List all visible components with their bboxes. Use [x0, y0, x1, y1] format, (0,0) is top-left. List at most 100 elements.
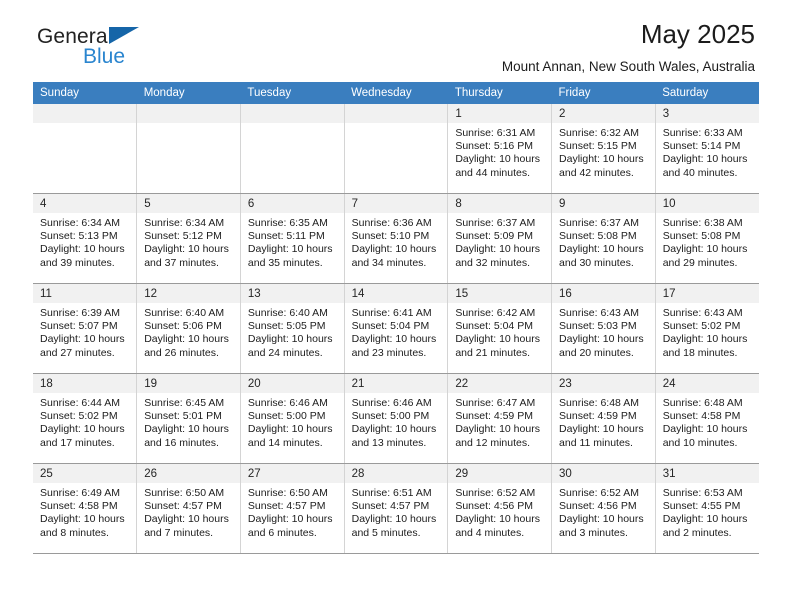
sunset-time: Sunset: 4:57 PM — [144, 500, 222, 513]
sunrise-time: Sunrise: 6:34 AM — [144, 217, 225, 229]
day-number: 5 — [137, 194, 240, 213]
sunrise-time: Sunrise: 6:42 AM — [455, 307, 536, 319]
day-number: 24 — [655, 374, 759, 393]
day-details: Sunrise: 6:52 AM Sunset: 4:56 PM Daylight:… — [552, 483, 655, 540]
daylight-duration-line2: and 26 minutes. — [144, 346, 219, 359]
daylight-duration-line1: Daylight: 10 hours — [455, 513, 540, 526]
day-details: Sunrise: 6:32 AM Sunset: 5:15 PM Daylight:… — [552, 123, 655, 180]
daylight-duration-line2: and 18 minutes. — [662, 346, 738, 359]
weekday-header-wednesday: Wednesday — [344, 82, 448, 104]
daylight-duration-line2: and 27 minutes. — [40, 346, 115, 359]
calendar-day-cell[interactable]: 26 Sunrise: 6:50 AM Sunset: 4:57 PM Dayligh… — [136, 463, 241, 554]
calendar-day-cell[interactable]: 30 Sunrise: 6:52 AM Sunset: 4:56 PM Dayligh… — [551, 463, 656, 554]
calendar-day-cell[interactable]: 10 Sunrise: 6:38 AM Sunset: 5:08 PM Dayligh… — [655, 193, 759, 284]
day-number: 10 — [655, 194, 759, 213]
daylight-duration-line2: and 13 minutes. — [351, 436, 427, 449]
daylight-duration-line1: Daylight: 10 hours — [455, 423, 540, 436]
daylight-duration-line1: Daylight: 10 hours — [40, 423, 125, 436]
calendar-day-cell[interactable]: 9 Sunrise: 6:37 AM Sunset: 5:08 PM Daylight… — [551, 193, 656, 284]
day-details: Sunrise: 6:46 AM Sunset: 5:00 PM Daylight:… — [241, 393, 344, 450]
calendar-day-cell[interactable]: 5 Sunrise: 6:34 AM Sunset: 5:12 PM Daylight… — [136, 193, 241, 284]
calendar-day-cell[interactable]: 25 Sunrise: 6:49 AM Sunset: 4:58 PM Dayligh… — [33, 463, 138, 554]
day-cell-content — [33, 104, 137, 193]
sunrise-time: Sunrise: 6:41 AM — [351, 307, 432, 319]
calendar-day-cell[interactable]: 6 Sunrise: 6:35 AM Sunset: 5:11 PM Daylight… — [240, 193, 345, 284]
daylight-duration-line1: Daylight: 10 hours — [559, 153, 644, 166]
day-number — [344, 104, 448, 123]
sunrise-time: Sunrise: 6:34 AM — [40, 217, 120, 229]
sunrise-time: Sunrise: 6:43 AM — [559, 307, 639, 319]
day-details: Sunrise: 6:45 AM Sunset: 5:01 PM Daylight:… — [137, 393, 240, 450]
daylight-duration-line1: Daylight: 10 hours — [351, 333, 437, 346]
day-number: 9 — [552, 194, 655, 213]
calendar-day-cell[interactable]: 27 Sunrise: 6:50 AM Sunset: 4:57 PM Dayligh… — [240, 463, 345, 554]
calendar-day-cell[interactable]: 16 Sunrise: 6:43 AM Sunset: 5:03 PM Dayligh… — [551, 283, 656, 374]
day-cell-content: 19 Sunrise: 6:45 AM Sunset: 5:01 PM Dayligh… — [137, 374, 240, 463]
sunset-time: Sunset: 5:12 PM — [144, 230, 222, 243]
calendar-day-cell[interactable]: 19 Sunrise: 6:45 AM Sunset: 5:01 PM Dayligh… — [136, 373, 241, 464]
calendar-day-cell[interactable]: 4 Sunrise: 6:34 AM Sunset: 5:13 PM Daylight… — [33, 193, 138, 284]
day-number: 26 — [137, 464, 240, 483]
sunset-time: Sunset: 5:04 PM — [455, 320, 533, 333]
daylight-duration-line1: Daylight: 10 hours — [144, 333, 229, 346]
calendar-day-cell[interactable]: 12 Sunrise: 6:40 AM Sunset: 5:06 PM Dayligh… — [136, 283, 241, 374]
day-cell-content: 2 Sunrise: 6:32 AM Sunset: 5:15 PM Daylight… — [552, 104, 655, 193]
calendar-day-cell[interactable]: 11 Sunrise: 6:39 AM Sunset: 5:07 PM Dayligh… — [33, 283, 138, 374]
page-header: General Blue May 2025 Mount Annan, New S… — [33, 0, 759, 74]
calendar-day-cell[interactable]: 3 Sunrise: 6:33 AM Sunset: 5:14 PM Daylight… — [655, 104, 759, 194]
day-details: Sunrise: 6:38 AM Sunset: 5:08 PM Daylight:… — [656, 213, 759, 270]
sunrise-time: Sunrise: 6:33 AM — [662, 127, 743, 139]
calendar-day-cell[interactable]: 22 Sunrise: 6:47 AM Sunset: 4:59 PM Dayligh… — [447, 373, 553, 464]
day-number: 16 — [552, 284, 655, 303]
sunrise-time: Sunrise: 6:52 AM — [559, 487, 639, 499]
calendar-day-cell[interactable]: 28 Sunrise: 6:51 AM Sunset: 4:57 PM Dayligh… — [344, 463, 449, 554]
sunrise-time: Sunrise: 6:43 AM — [662, 307, 743, 319]
calendar-day-cell[interactable]: 14 Sunrise: 6:41 AM Sunset: 5:04 PM Dayligh… — [344, 283, 449, 374]
daylight-duration-line1: Daylight: 10 hours — [662, 423, 748, 436]
calendar-day-cell[interactable]: 15 Sunrise: 6:42 AM Sunset: 5:04 PM Dayligh… — [447, 283, 553, 374]
day-cell-content: 6 Sunrise: 6:35 AM Sunset: 5:11 PM Daylight… — [240, 194, 344, 283]
daylight-duration-line1: Daylight: 10 hours — [455, 333, 540, 346]
weekday-header-saturday: Saturday — [655, 82, 759, 104]
sunrise-time: Sunrise: 6:40 AM — [144, 307, 225, 319]
sunrise-time: Sunrise: 6:36 AM — [351, 217, 432, 229]
calendar-day-cell[interactable]: 17 Sunrise: 6:43 AM Sunset: 5:02 PM Dayligh… — [655, 283, 759, 374]
daylight-duration-line2: and 29 minutes. — [662, 256, 738, 269]
sunset-time: Sunset: 5:02 PM — [662, 320, 741, 333]
calendar-body: 1 Sunrise: 6:31 AM Sunset: 5:16 PM Daylight… — [33, 104, 759, 554]
day-cell-content: 3 Sunrise: 6:33 AM Sunset: 5:14 PM Daylight… — [655, 104, 759, 193]
sunrise-time: Sunrise: 6:40 AM — [247, 307, 328, 319]
general-blue-logo[interactable]: General Blue — [37, 26, 140, 67]
calendar-day-cell[interactable]: 20 Sunrise: 6:46 AM Sunset: 5:00 PM Dayligh… — [240, 373, 345, 464]
calendar-day-cell[interactable]: 18 Sunrise: 6:44 AM Sunset: 5:02 PM Dayligh… — [33, 373, 138, 464]
sunset-time: Sunset: 4:59 PM — [455, 410, 533, 423]
calendar-day-cell[interactable]: 7 Sunrise: 6:36 AM Sunset: 5:10 PM Daylight… — [344, 193, 449, 284]
calendar-day-cell[interactable]: 24 Sunrise: 6:48 AM Sunset: 4:58 PM Dayligh… — [655, 373, 759, 464]
page-title: May 2025 — [640, 19, 755, 49]
sunset-time: Sunset: 4:57 PM — [351, 500, 430, 513]
day-details: Sunrise: 6:51 AM Sunset: 4:57 PM Daylight:… — [345, 483, 448, 540]
sunrise-time: Sunrise: 6:48 AM — [559, 397, 639, 409]
calendar-day-cell[interactable]: 1 Sunrise: 6:31 AM Sunset: 5:16 PM Daylight… — [447, 104, 553, 194]
calendar-day-cell[interactable]: 2 Sunrise: 6:32 AM Sunset: 5:15 PM Daylight… — [551, 104, 656, 194]
daylight-duration-line2: and 42 minutes. — [559, 166, 634, 179]
day-details: Sunrise: 6:50 AM Sunset: 4:57 PM Daylight:… — [241, 483, 344, 540]
daylight-duration-line2: and 7 minutes. — [144, 526, 214, 539]
day-cell-content: 22 Sunrise: 6:47 AM Sunset: 4:59 PM Dayligh… — [448, 374, 552, 463]
calendar-day-cell[interactable]: 31 Sunrise: 6:53 AM Sunset: 4:55 PM Dayligh… — [655, 463, 759, 554]
calendar-empty-cell — [33, 104, 138, 194]
calendar-day-cell[interactable]: 23 Sunrise: 6:48 AM Sunset: 4:59 PM Dayligh… — [551, 373, 656, 464]
calendar-day-cell[interactable]: 21 Sunrise: 6:46 AM Sunset: 5:00 PM Dayligh… — [344, 373, 449, 464]
day-number: 4 — [33, 194, 137, 213]
daylight-duration-line2: and 17 minutes. — [40, 436, 115, 449]
day-number — [137, 104, 240, 123]
day-details: Sunrise: 6:48 AM Sunset: 4:58 PM Daylight:… — [656, 393, 759, 450]
calendar-day-cell[interactable]: 8 Sunrise: 6:37 AM Sunset: 5:09 PM Daylight… — [447, 193, 553, 284]
sunset-time: Sunset: 5:00 PM — [247, 410, 326, 423]
calendar-day-cell[interactable]: 29 Sunrise: 6:52 AM Sunset: 4:56 PM Dayligh… — [447, 463, 553, 554]
daylight-duration-line2: and 16 minutes. — [144, 436, 219, 449]
calendar-day-cell[interactable]: 13 Sunrise: 6:40 AM Sunset: 5:05 PM Dayligh… — [240, 283, 345, 374]
sunrise-time: Sunrise: 6:51 AM — [351, 487, 432, 499]
daylight-duration-line2: and 24 minutes. — [247, 346, 323, 359]
daylight-duration-line1: Daylight: 10 hours — [144, 243, 229, 256]
